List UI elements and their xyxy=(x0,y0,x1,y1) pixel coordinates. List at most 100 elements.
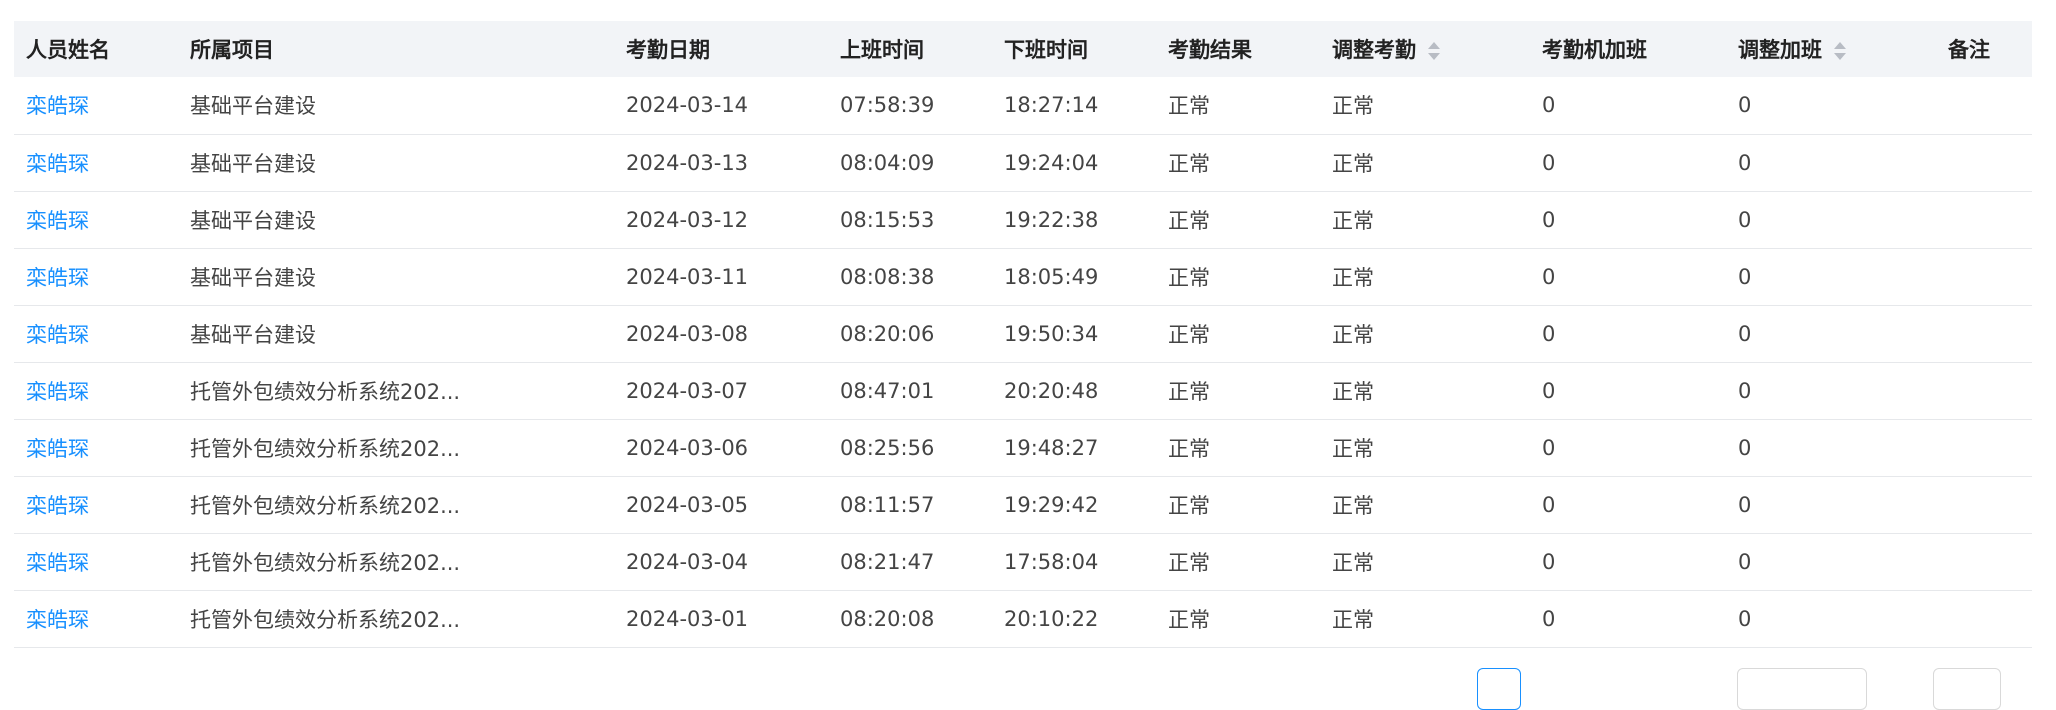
result-cell-text: 正常 xyxy=(1168,151,1210,176)
note-cell xyxy=(1936,362,2032,420)
machine-overtime-cell-text: 0 xyxy=(1542,435,1556,460)
note-cell xyxy=(1936,248,2032,306)
result-cell: 正常 xyxy=(1156,191,1320,249)
person-name-link[interactable]: 栾皓琛 xyxy=(26,437,89,461)
result-cell-text: 正常 xyxy=(1168,607,1210,632)
clock-out-cell-text: 17:58:04 xyxy=(1004,549,1099,574)
adjusted-attendance-cell: 正常 xyxy=(1320,77,1530,135)
person-name-link[interactable]: 栾皓琛 xyxy=(26,494,89,518)
person-name-link[interactable]: 栾皓琛 xyxy=(26,209,89,233)
adjusted-attendance-cell: 正常 xyxy=(1320,590,1530,648)
page-number-button[interactable] xyxy=(1477,668,1521,710)
person-name-link[interactable]: 栾皓琛 xyxy=(26,380,89,404)
clock-in-cell-text: 07:58:39 xyxy=(840,93,935,118)
person-name-link[interactable]: 栾皓琛 xyxy=(26,266,89,290)
table-row: 栾皓琛 托管外包绩效分析系统202... 2024-03-05 08:11:57 19:… xyxy=(14,476,2032,534)
clock-out-cell: 17:58:04 xyxy=(992,533,1156,591)
note-cell xyxy=(1936,419,2032,477)
sort-icon[interactable] xyxy=(1428,41,1440,61)
clock-in-cell-text: 08:20:06 xyxy=(840,321,935,346)
date-cell-text: 2024-03-04 xyxy=(626,549,749,574)
clock-out-cell: 18:05:49 xyxy=(992,248,1156,306)
clock-in-cell-text: 08:15:53 xyxy=(840,207,935,232)
person-name-link[interactable]: 栾皓琛 xyxy=(26,94,89,118)
adjusted-attendance-cell-text: 正常 xyxy=(1332,322,1374,347)
name-cell: 栾皓琛 xyxy=(14,191,178,249)
clock-out-cell-text: 18:05:49 xyxy=(1004,264,1099,289)
adjusted-attendance-cell: 正常 xyxy=(1320,191,1530,249)
clock-in-cell: 08:04:09 xyxy=(828,134,992,192)
clock-in-cell-text: 08:47:01 xyxy=(840,378,935,403)
note-cell xyxy=(1936,134,2032,192)
machine-overtime-cell-text: 0 xyxy=(1542,492,1556,517)
machine-overtime-cell: 0 xyxy=(1530,476,1726,534)
result-cell-text: 正常 xyxy=(1168,94,1210,119)
adjusted-overtime-cell-text: 0 xyxy=(1738,93,1752,118)
clock-in-cell: 08:20:06 xyxy=(828,305,992,363)
name-cell: 栾皓琛 xyxy=(14,533,178,591)
clock-out-cell: 19:22:38 xyxy=(992,191,1156,249)
project-cell: 托管外包绩效分析系统202... xyxy=(178,362,614,420)
date-cell-text: 2024-03-14 xyxy=(626,93,749,118)
project-cell: 基础平台建设 xyxy=(178,191,614,249)
date-cell-text: 2024-03-11 xyxy=(626,264,749,289)
machine-overtime-cell-text: 0 xyxy=(1542,150,1556,175)
machine-overtime-cell: 0 xyxy=(1530,248,1726,306)
project-cell: 托管外包绩效分析系统202... xyxy=(178,476,614,534)
adjusted-overtime-cell: 0 xyxy=(1726,248,1936,306)
sort-icon[interactable] xyxy=(1834,41,1846,61)
table-row: 栾皓琛 基础平台建设 2024-03-11 08:08:38 18:05:49 正常 正常 0… xyxy=(14,248,2032,306)
machine-overtime-cell: 0 xyxy=(1530,305,1726,363)
adjusted-overtime-cell-text: 0 xyxy=(1738,150,1752,175)
clock-out-cell-text: 20:10:22 xyxy=(1004,606,1099,631)
clock-in-cell-text: 08:21:47 xyxy=(840,549,935,574)
result-cell: 正常 xyxy=(1156,362,1320,420)
adjusted-attendance-cell-text: 正常 xyxy=(1332,208,1374,233)
person-name-link[interactable]: 栾皓琛 xyxy=(26,551,89,575)
column-header-adjusted-overtime[interactable]: 调整加班 xyxy=(1726,21,1936,77)
adjusted-attendance-cell-text: 正常 xyxy=(1332,265,1374,290)
person-name-link[interactable]: 栾皓琛 xyxy=(26,608,89,632)
person-name-link[interactable]: 栾皓琛 xyxy=(26,152,89,176)
person-name-link[interactable]: 栾皓琛 xyxy=(26,323,89,347)
machine-overtime-cell: 0 xyxy=(1530,77,1726,135)
adjusted-overtime-cell-text: 0 xyxy=(1738,549,1752,574)
machine-overtime-cell: 0 xyxy=(1530,419,1726,477)
date-cell-text: 2024-03-13 xyxy=(626,150,749,175)
page-jump-input[interactable] xyxy=(1933,668,2001,710)
clock-out-cell: 19:29:42 xyxy=(992,476,1156,534)
date-cell: 2024-03-01 xyxy=(614,590,828,648)
adjusted-overtime-cell-text: 0 xyxy=(1738,378,1752,403)
clock-in-cell-text: 08:20:08 xyxy=(840,606,935,631)
machine-overtime-cell-text: 0 xyxy=(1542,549,1556,574)
clock-in-cell: 08:47:01 xyxy=(828,362,992,420)
machine-overtime-cell: 0 xyxy=(1530,191,1726,249)
clock-in-cell: 08:21:47 xyxy=(828,533,992,591)
clock-in-cell-text: 08:11:57 xyxy=(840,492,935,517)
clock-in-cell: 08:20:08 xyxy=(828,590,992,648)
table-row: 栾皓琛 基础平台建设 2024-03-14 07:58:39 18:27:14 正常 正常 0… xyxy=(14,77,2032,135)
adjusted-attendance-cell: 正常 xyxy=(1320,305,1530,363)
clock-in-cell-text: 08:04:09 xyxy=(840,150,935,175)
column-header-adjusted-attendance[interactable]: 调整考勤 xyxy=(1320,21,1530,77)
adjusted-attendance-cell: 正常 xyxy=(1320,134,1530,192)
pagination-footer xyxy=(0,664,2056,710)
project-cell: 基础平台建设 xyxy=(178,134,614,192)
page-size-select[interactable] xyxy=(1737,668,1867,710)
column-header-person-name: 人员姓名 xyxy=(26,38,110,62)
adjusted-attendance-cell: 正常 xyxy=(1320,248,1530,306)
adjusted-attendance-cell: 正常 xyxy=(1320,476,1530,534)
name-cell: 栾皓琛 xyxy=(14,248,178,306)
project-cell-text: 托管外包绩效分析系统202... xyxy=(190,607,461,632)
result-cell: 正常 xyxy=(1156,305,1320,363)
adjusted-overtime-cell-text: 0 xyxy=(1738,492,1752,517)
column-header-clock-in: 上班时间 xyxy=(840,38,924,62)
date-cell: 2024-03-05 xyxy=(614,476,828,534)
adjusted-attendance-cell-text: 正常 xyxy=(1332,493,1374,518)
clock-in-cell-text: 08:08:38 xyxy=(840,264,935,289)
clock-out-cell-text: 19:48:27 xyxy=(1004,435,1099,460)
note-cell xyxy=(1936,191,2032,249)
machine-overtime-cell-text: 0 xyxy=(1542,207,1556,232)
adjusted-overtime-cell: 0 xyxy=(1726,590,1936,648)
clock-out-cell: 18:27:14 xyxy=(992,77,1156,135)
